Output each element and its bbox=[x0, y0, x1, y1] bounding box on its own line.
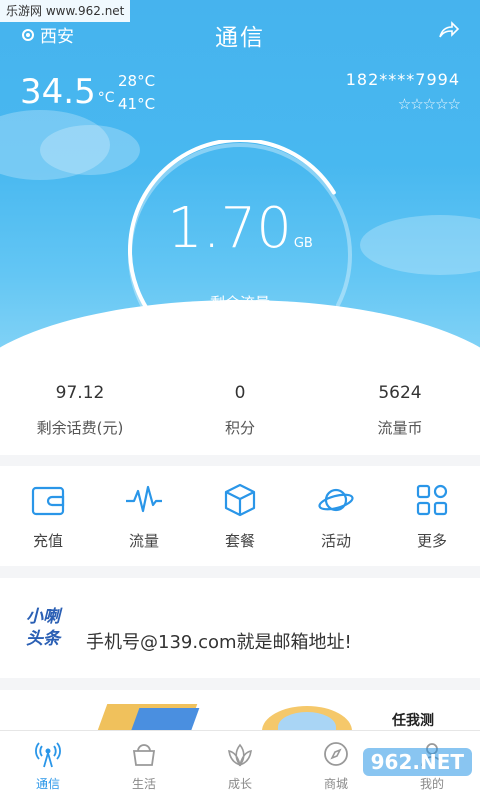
account-stats: 97.12 剩余话费(元) 0 积分 5624 流量币 bbox=[0, 365, 480, 455]
temperature-low: 41°C bbox=[118, 95, 156, 113]
temperature-range: 28°C 41°C bbox=[118, 70, 155, 116]
menu-more[interactable]: 更多 bbox=[384, 466, 480, 566]
signal-tower-icon bbox=[35, 742, 61, 768]
promo-text: 任我测 bbox=[392, 713, 434, 729]
stat-data-coins[interactable]: 5624 流量币 bbox=[320, 365, 480, 455]
news-logo-line: 头条 bbox=[26, 629, 60, 649]
tab-label: 我的 bbox=[419, 777, 444, 791]
tab-growth[interactable]: 成长 bbox=[192, 731, 288, 801]
tab-label: 成长 bbox=[227, 777, 252, 791]
news-headline[interactable]: 手机号@139.com就是邮箱地址! bbox=[86, 628, 352, 654]
planet-icon bbox=[318, 488, 354, 512]
menu-activities[interactable]: 活动 bbox=[288, 466, 384, 566]
quick-menu: 充值 流量 套餐 活动 更多 bbox=[0, 466, 480, 566]
page-title: 通信 bbox=[215, 25, 265, 51]
hero-panel: 西安 通信 34.5 °C 28°C 41°C 182****7994 ☆☆☆☆☆… bbox=[0, 0, 480, 365]
news-logo: 小喇 头条 bbox=[26, 606, 74, 650]
menu-label: 更多 bbox=[416, 532, 447, 550]
temperature-unit: °C bbox=[97, 90, 115, 106]
watermark: 962.NET bbox=[362, 748, 472, 776]
pulse-icon bbox=[126, 485, 162, 513]
tab-communication[interactable]: 通信 bbox=[0, 731, 96, 801]
compass-icon bbox=[324, 742, 348, 766]
tab-label: 通信 bbox=[35, 777, 60, 791]
stat-value: 97.12 bbox=[55, 383, 105, 403]
menu-label: 活动 bbox=[320, 532, 351, 550]
news-logo-line: 小喇 bbox=[26, 607, 60, 627]
stat-label: 流量币 bbox=[377, 419, 423, 437]
watermark: 乐游网 www.962.net bbox=[0, 0, 131, 22]
stat-value: 5624 bbox=[378, 383, 422, 403]
stat-balance[interactable]: 97.12 剩余话费(元) bbox=[0, 365, 160, 455]
tab-label: 生活 bbox=[131, 777, 156, 791]
stat-points[interactable]: 0 积分 bbox=[160, 365, 320, 455]
stat-value: 0 bbox=[234, 383, 246, 403]
wallet-icon bbox=[31, 486, 65, 516]
menu-data[interactable]: 流量 bbox=[96, 466, 192, 566]
temperature-value: 34.5 bbox=[20, 72, 96, 112]
menu-recharge[interactable]: 充值 bbox=[0, 466, 96, 566]
phone-number[interactable]: 182****7994 bbox=[346, 70, 460, 89]
tab-life[interactable]: 生活 bbox=[96, 731, 192, 801]
stat-label: 积分 bbox=[224, 419, 255, 437]
star-rating: ☆☆☆☆☆ bbox=[397, 95, 461, 113]
box-icon bbox=[224, 483, 256, 517]
sim-card-graphic bbox=[130, 708, 200, 730]
temperature-high: 28°C bbox=[118, 72, 156, 90]
news-ticker[interactable]: 小喇 头条 手机号@139.com就是邮箱地址! bbox=[0, 578, 480, 678]
menu-label: 流量 bbox=[128, 532, 159, 550]
menu-label: 套餐 bbox=[224, 532, 255, 550]
promo-banner[interactable]: 任我测 bbox=[0, 690, 480, 730]
share-icon[interactable] bbox=[438, 20, 460, 44]
lotus-icon bbox=[228, 743, 252, 767]
menu-label: 充值 bbox=[32, 532, 63, 550]
basket-icon bbox=[132, 744, 156, 766]
current-temperature: 34.5 °C bbox=[20, 72, 114, 112]
menu-plans[interactable]: 套餐 bbox=[192, 466, 288, 566]
stat-label: 剩余话费(元) bbox=[36, 419, 124, 437]
remaining-data: 1.70 GB bbox=[0, 196, 480, 261]
remaining-data-unit: GB bbox=[293, 236, 313, 251]
tab-label: 商城 bbox=[323, 777, 348, 791]
remaining-data-value: 1.70 bbox=[167, 196, 292, 261]
grid-icon bbox=[416, 484, 448, 516]
